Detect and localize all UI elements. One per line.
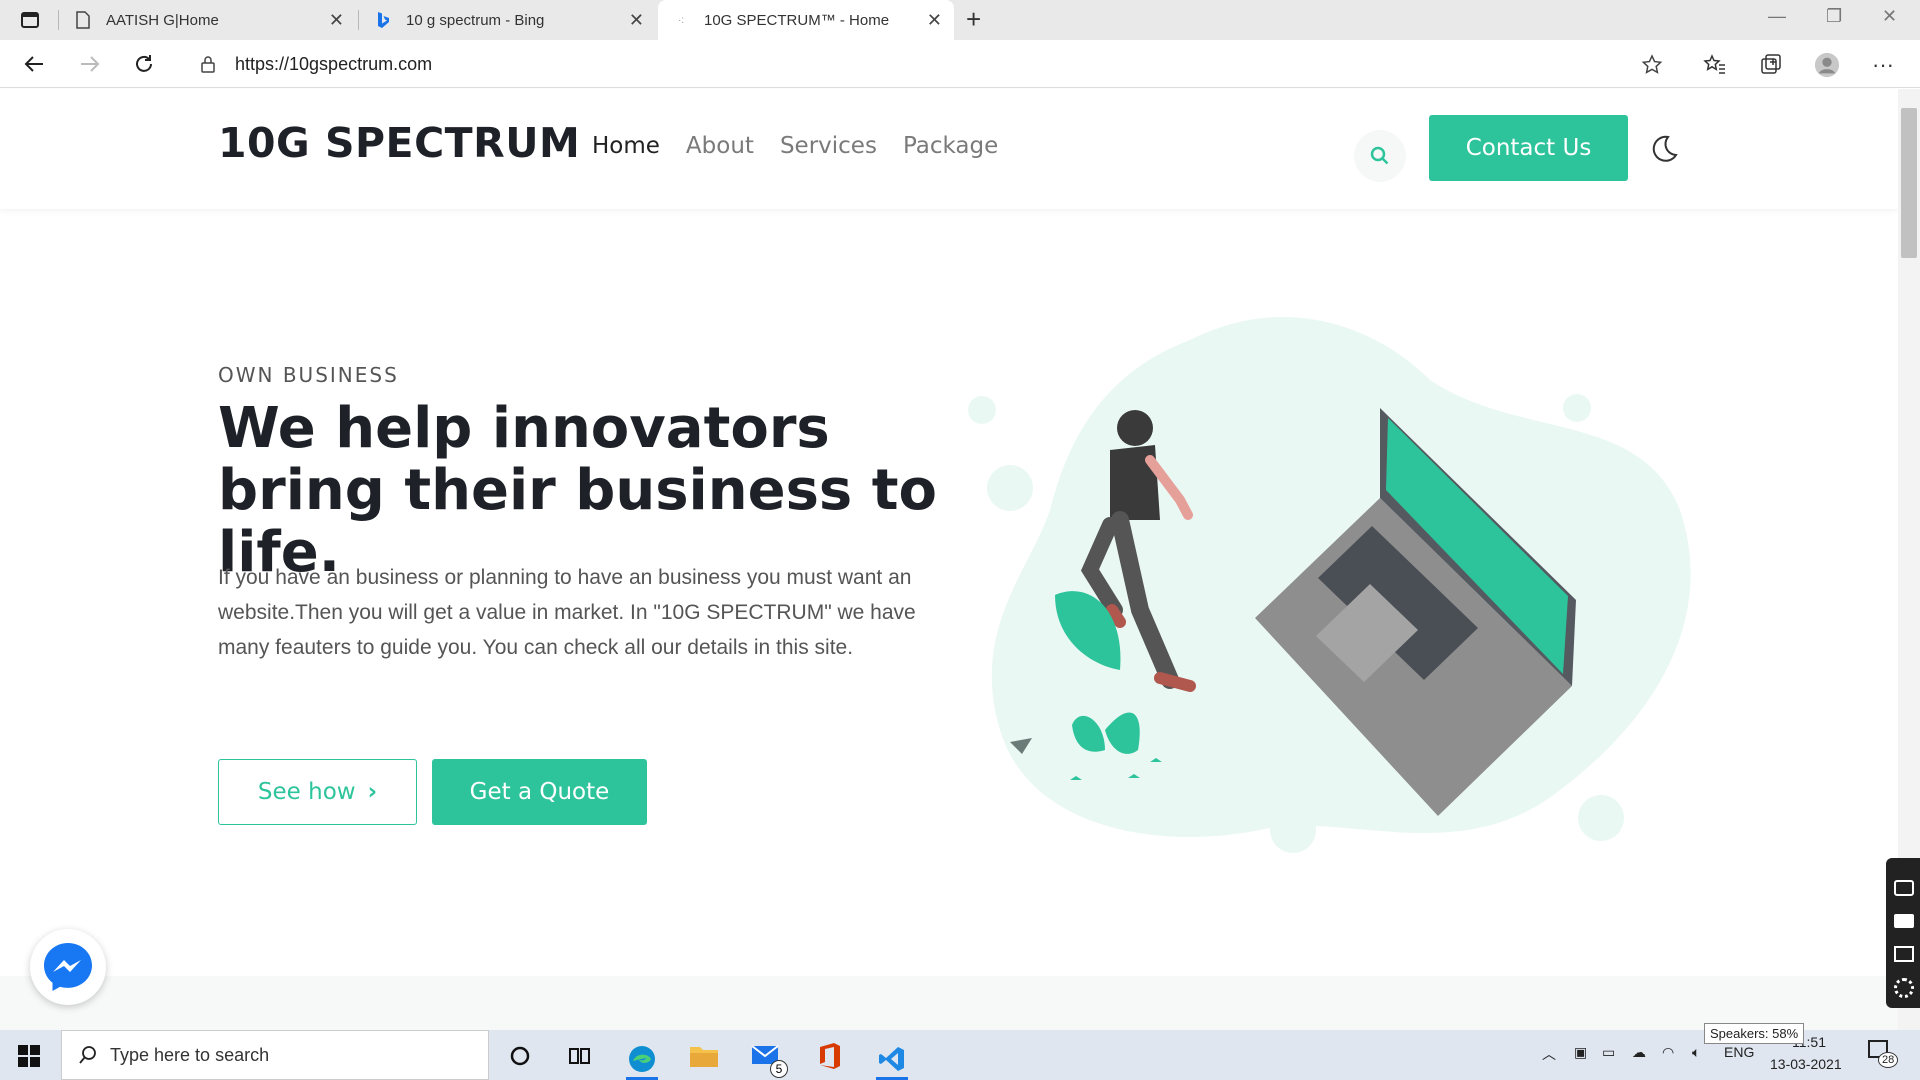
meet-now-icon[interactable]: ▣: [1574, 1044, 1587, 1061]
messenger-icon: [44, 943, 92, 991]
back-arrow-icon: [24, 56, 43, 72]
restore-button[interactable]: ❐: [1826, 6, 1842, 27]
refresh-icon: [136, 55, 152, 72]
back-button[interactable]: [20, 50, 48, 78]
camera-icon[interactable]: [1894, 880, 1914, 896]
hero-text: If you have an business or planning to h…: [218, 566, 916, 659]
more-menu-icon[interactable]: ···: [1870, 52, 1896, 78]
main-nav: Home About Services Package: [592, 133, 998, 159]
moon-icon[interactable]: [1648, 133, 1680, 165]
mail-icon[interactable]: 5: [750, 1040, 788, 1078]
language-indicator[interactable]: ENG: [1724, 1044, 1754, 1060]
search-icon: [1370, 146, 1389, 165]
mail-badge: 5: [770, 1060, 788, 1078]
scrollbar-thumb[interactable]: [1901, 108, 1917, 258]
hero-title: We help innovators bring their business …: [218, 396, 938, 585]
see-how-button[interactable]: See how ›: [218, 759, 417, 825]
site-logo[interactable]: 10G SPECTRUM: [218, 119, 580, 167]
tab-title: AATISH G|Home: [106, 11, 219, 29]
new-tab-button[interactable]: +: [966, 4, 981, 35]
lock-icon: [201, 56, 215, 73]
see-how-label: See how: [257, 779, 356, 805]
nav-package[interactable]: Package: [903, 133, 998, 159]
close-icon[interactable]: ✕: [927, 10, 942, 31]
gallery-icon[interactable]: [1894, 946, 1914, 962]
tab-actions-icon[interactable]: [20, 10, 40, 30]
close-window-button[interactable]: ✕: [1882, 6, 1897, 27]
nav-about[interactable]: About: [686, 133, 754, 159]
url-text: https://10gspectrum.com: [235, 53, 433, 74]
tab-aatish[interactable]: AATISH G|Home ✕: [60, 0, 356, 40]
taskbar-search-box[interactable]: Type here to search: [61, 1030, 489, 1080]
speaker-icon[interactable]: 🔈︎: [1692, 1044, 1700, 1061]
windows-taskbar: Type here to search 5 ︿ ▣ ▭ ☁ ◠ 🔈︎ ENG 1…: [0, 1030, 1920, 1080]
file-explorer-icon[interactable]: [688, 1040, 720, 1072]
show-hidden-icons[interactable]: ︿: [1542, 1044, 1556, 1064]
loading-icon: ·:: [677, 14, 685, 26]
search-button[interactable]: [1354, 130, 1406, 182]
nav-home[interactable]: Home: [592, 133, 660, 159]
get-a-quote-button[interactable]: Get a Quote: [432, 759, 647, 825]
battery-icon[interactable]: ▭: [1602, 1044, 1615, 1061]
refresh-button[interactable]: [130, 50, 158, 78]
clock-date[interactable]: 13-03-2021: [1770, 1056, 1842, 1072]
collections-icon[interactable]: [1758, 52, 1784, 78]
favorites-icon[interactable]: [1702, 52, 1728, 78]
address-bar-row: https://10gspectrum.com ···: [0, 40, 1920, 88]
chevron-right-icon: ›: [367, 779, 378, 805]
start-button[interactable]: [18, 1045, 40, 1067]
forward-arrow-icon: [81, 56, 100, 72]
office-icon[interactable]: [814, 1040, 846, 1072]
browser-tab-bar: AATISH G|Home ✕ 10 g spectrum - Bing ✕ ·…: [0, 0, 1920, 40]
taskbar-search-placeholder: Type here to search: [110, 1044, 270, 1065]
settings-icon[interactable]: [1894, 978, 1914, 998]
cortana-icon[interactable]: [504, 1040, 536, 1072]
forward-button[interactable]: [76, 50, 104, 78]
search-icon: [79, 1046, 96, 1064]
bing-icon: [374, 11, 392, 29]
task-view-icon[interactable]: [564, 1040, 596, 1072]
onedrive-icon[interactable]: ☁: [1632, 1044, 1646, 1061]
tab-title: 10G SPECTRUM™ - Home: [704, 11, 890, 29]
minimize-button[interactable]: —: [1768, 6, 1786, 27]
wifi-icon[interactable]: ◠: [1662, 1044, 1674, 1061]
contact-us-button[interactable]: Contact Us: [1429, 115, 1628, 181]
tab-bing[interactable]: 10 g spectrum - Bing ✕: [360, 0, 656, 40]
video-icon[interactable]: [1894, 914, 1914, 928]
next-section-band: [0, 976, 1898, 1030]
close-icon[interactable]: ✕: [329, 10, 344, 31]
hero-eyebrow: OWN BUSINESS: [218, 363, 399, 387]
close-icon[interactable]: ✕: [629, 10, 644, 31]
site-header: 10G SPECTRUM Home About Services Package…: [0, 89, 1898, 209]
tab-10g-spectrum[interactable]: ·: 10G SPECTRUM™ - Home ✕: [658, 0, 954, 40]
profile-avatar[interactable]: [1814, 52, 1840, 78]
nav-services[interactable]: Services: [780, 133, 877, 159]
url-field[interactable]: https://10gspectrum.com: [180, 45, 1685, 83]
notifications-icon[interactable]: 28: [1868, 1040, 1899, 1068]
screen-capture-toolbar: [1886, 858, 1920, 1008]
notification-count: 28: [1878, 1052, 1899, 1068]
hero-illustration: [968, 317, 1691, 853]
messenger-chat-button[interactable]: [30, 929, 106, 1005]
tab-title: 10 g spectrum - Bing: [406, 11, 545, 29]
add-favorite-icon[interactable]: [1641, 54, 1663, 76]
speakers-tooltip: Speakers: 58%: [1704, 1023, 1805, 1044]
edge-icon[interactable]: [626, 1040, 658, 1080]
windows-logo-icon: [18, 1045, 40, 1067]
page-icon: [74, 11, 92, 29]
vscode-icon[interactable]: [876, 1040, 908, 1080]
